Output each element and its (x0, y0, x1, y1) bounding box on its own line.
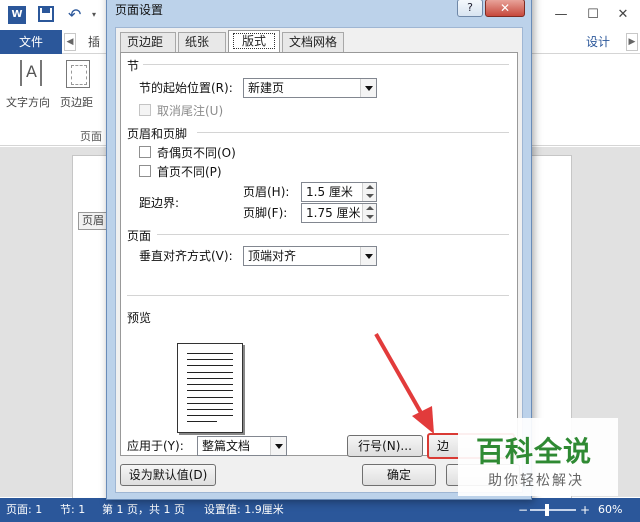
preview-line (187, 390, 233, 391)
header-distance-spinner[interactable]: 1.5 厘米 (301, 182, 377, 202)
status-page[interactable]: 页面: 1 (6, 498, 42, 522)
tab-layout-label: 版式 (233, 33, 275, 49)
footer-distance-label: 页脚(F): (243, 206, 288, 220)
tab-paper[interactable]: 纸张 (178, 32, 226, 52)
preview-line (187, 415, 233, 416)
zoom-slider-thumb[interactable] (545, 504, 549, 516)
divider (157, 234, 509, 235)
dialog-help-button[interactable]: ? (457, 0, 483, 17)
tab-document-grid[interactable]: 文档网格 (282, 32, 344, 52)
save-icon[interactable] (38, 6, 54, 22)
close-window-button[interactable]: ✕ (612, 6, 634, 24)
first-page-label: 首页不同(P) (157, 165, 222, 179)
apply-to-label: 应用于(Y): (127, 439, 184, 453)
annotation-arrow-icon (374, 333, 434, 434)
spinner-buttons[interactable] (362, 183, 376, 201)
margins-icon[interactable] (66, 60, 90, 88)
tab-scroll-right-icon[interactable]: ▶ (626, 33, 638, 51)
apply-to-select[interactable]: 整篇文档 (197, 436, 287, 456)
dialog-title: 页面设置 (115, 3, 164, 17)
preview-line (187, 384, 233, 385)
chevron-down-icon[interactable] (270, 437, 286, 455)
preview-label: 预览 (127, 311, 152, 325)
header-distance-label: 页眉(H): (243, 185, 290, 199)
spinner-buttons[interactable] (362, 204, 376, 222)
watermark-logo: 百科全说 (476, 435, 593, 468)
divider (127, 295, 509, 296)
section-start-select[interactable]: 新建页 (243, 78, 377, 98)
vertical-alignment-value: 顶端对齐 (248, 249, 297, 263)
set-as-default-button[interactable]: 设为默认值(D) (120, 464, 216, 486)
footer-distance-value: 1.75 厘米 (306, 206, 361, 220)
undo-icon[interactable]: ↶ (68, 6, 90, 24)
preview-line (187, 397, 233, 398)
suppress-endnotes-checkbox[interactable] (139, 104, 151, 116)
section-group-label: 节 (127, 59, 140, 73)
ribbon-group-label: 页面 (80, 130, 102, 143)
arrow-shaft (374, 333, 426, 419)
preview-line (187, 353, 233, 354)
preview-line (187, 421, 217, 422)
odd-even-checkbox[interactable] (139, 146, 151, 158)
status-page-count[interactable]: 第 1 页，共 1 页 (102, 498, 185, 522)
header-footer-group-label: 页眉和页脚 (127, 127, 188, 141)
preview-line (187, 365, 233, 366)
zoom-out-button[interactable]: − (518, 498, 528, 522)
window-controls: ? — ☐ ✕ (526, 0, 640, 30)
text-direction-icon[interactable] (20, 60, 42, 86)
maximize-button[interactable]: ☐ (582, 6, 604, 24)
chevron-down-icon[interactable] (360, 79, 376, 97)
from-edge-label: 距边界: (139, 196, 180, 210)
tab-file[interactable]: 文件 (0, 30, 62, 54)
status-bar: 页面: 1 节: 1 第 1 页，共 1 页 设置值: 1.9厘米 − + 60… (0, 498, 640, 522)
first-page-checkbox[interactable] (139, 165, 151, 177)
preview-page-thumbnail (177, 343, 243, 433)
header-tag: 页眉 (78, 212, 108, 230)
divider (197, 132, 509, 133)
spin-down-icon[interactable] (366, 215, 374, 219)
zoom-in-button[interactable]: + (580, 498, 590, 522)
margins-button-label[interactable]: 页边距 (60, 94, 93, 110)
undo-dropdown-icon[interactable]: ▾ (92, 6, 102, 24)
vertical-alignment-label: 垂直对齐方式(V): (139, 249, 233, 263)
tab-margins[interactable]: 页边距 (120, 32, 176, 52)
status-setting: 设置值: 1.9厘米 (204, 503, 284, 516)
tab-layout[interactable]: 版式 (228, 30, 280, 53)
suppress-endnotes-label: 取消尾注(U) (157, 104, 224, 118)
section-start-label: 节的起始位置(R): (139, 81, 233, 95)
dialog-close-button[interactable]: ✕ (485, 0, 525, 17)
preview-line (187, 403, 233, 404)
spin-up-icon[interactable] (366, 185, 374, 189)
preview-line (187, 409, 233, 410)
tab-design[interactable]: 设计 (586, 30, 610, 54)
footer-distance-spinner[interactable]: 1.75 厘米 (301, 203, 377, 223)
spin-up-icon[interactable] (366, 206, 374, 210)
watermark-slogan: 助你轻松解决 (488, 473, 584, 489)
layout-tab-panel: 节 节的起始位置(R): 新建页 取消尾注(U) 页眉和页脚 奇偶页不同(O) … (120, 52, 518, 459)
apply-to-value: 整篇文档 (202, 439, 251, 453)
chevron-down-icon[interactable] (360, 247, 376, 265)
status-section[interactable]: 节: 1 (60, 498, 85, 522)
ok-button[interactable]: 确定 (362, 464, 436, 486)
vertical-alignment-select[interactable]: 顶端对齐 (243, 246, 377, 266)
text-direction-button-label[interactable]: 文字方向 (6, 94, 50, 110)
section-start-value: 新建页 (248, 81, 285, 95)
spin-down-icon[interactable] (366, 194, 374, 198)
preview-line (187, 378, 233, 379)
zoom-level[interactable]: 60% (598, 498, 622, 522)
header-distance-value: 1.5 厘米 (306, 185, 353, 199)
page-group-label: 页面 (127, 229, 152, 243)
preview-line (187, 372, 233, 373)
word-logo-icon[interactable]: W (8, 6, 26, 24)
minimize-button[interactable]: — (550, 6, 572, 24)
divider (143, 64, 509, 65)
odd-even-label: 奇偶页不同(O) (157, 146, 236, 160)
tab-scroll-left-icon[interactable]: ◀ (64, 33, 76, 51)
zoom-slider[interactable] (530, 509, 576, 511)
tab-insert[interactable]: 插 (88, 30, 100, 54)
preview-line (187, 359, 233, 360)
arrow-head (412, 406, 434, 434)
watermark: 百科全说 助你轻松解决 (458, 418, 618, 496)
